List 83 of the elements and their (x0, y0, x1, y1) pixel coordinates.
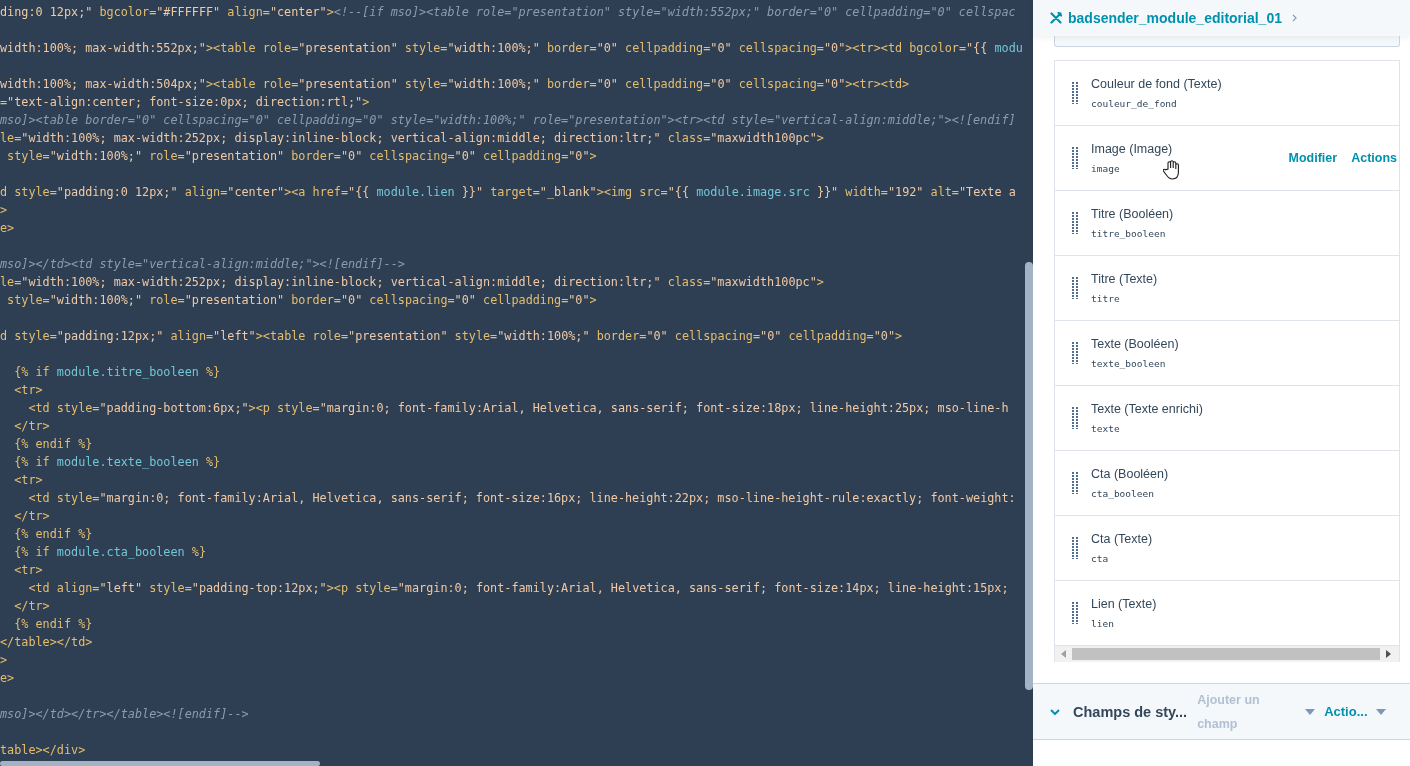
code-line: <td style="margin:0; font-family:Arial, Helvetica, sans-serif; font-size:16px; line-height:22px; mso-line-height-rule:exactly; font-weight: (27, 490, 1016, 507)
scrollbar-thumb[interactable] (1072, 648, 1380, 660)
code-editor[interactable] (0, 0, 1033, 766)
field-name: titre_booleen (1091, 226, 1166, 241)
field-label: Texte (Texte enrichi) (1091, 400, 1203, 417)
field-name: cta_booleen (1091, 486, 1154, 501)
field-name: image (1091, 161, 1120, 176)
field-label: Cta (Texte) (1091, 530, 1153, 547)
code-line: mso]><table border="0" cellspacing="0" cellpadding="0" style="width:100%;" role="presentation"><tr><td style="vertical-align:middle;"><![endif] (0, 112, 1016, 129)
code-line: le="width:100%; max-width:252px; display:inline-block; vertical-align:middle; direction:ltr;" class="maxwidth100pc"> (0, 130, 824, 147)
code-line: table></div> (0, 742, 86, 759)
code-line: le="width:100%; max-width:252px; display:inline-block; vertical-align:middle; direction:ltr;" class="maxwidth100pc"> (0, 274, 824, 291)
field-row[interactable]: Texte (Texte enrichi) texte (1055, 386, 1399, 451)
hand-cursor-icon (1163, 160, 1181, 180)
code-line: d style="padding:0 12px;" align="center"><a href="{{ module.lien }}" target="_blank"><img src="{{ module.image.src }}" width="192" alt="Texte a (0, 184, 1016, 201)
scroll-right-icon[interactable] (1386, 650, 1391, 658)
field-name: lien (1091, 616, 1114, 631)
field-row[interactable]: Titre (Booléen) titre_booleen (1055, 191, 1399, 256)
code-line: </tr> (13, 508, 50, 525)
drag-handle-icon[interactable] (1072, 602, 1078, 624)
code-line: {% if module.titre_booleen %} (13, 364, 221, 381)
code-line: </table></td> (0, 634, 93, 651)
drag-handle-icon[interactable] (1072, 342, 1078, 364)
code-line: {% endif %} (13, 616, 93, 633)
field-label: Image (Image) (1091, 140, 1173, 157)
scrollbar-thumb[interactable] (1025, 262, 1033, 690)
chevron-right-icon[interactable] (1291, 14, 1297, 22)
tools-icon (1050, 12, 1062, 24)
field-name: texte_booleen (1091, 356, 1166, 371)
field-row[interactable]: Titre (Texte) titre (1055, 256, 1399, 321)
field-label: Lien (Texte) (1091, 595, 1157, 612)
code-line: {% endif %} (13, 436, 93, 453)
code-line: width:100%; max-width:552px;"><table role="presentation" style="width:100%;" border="0" cellpadding="0" cellspacing="0"><tr><td bgcolor="{{ modu (0, 40, 1023, 57)
code-line: <tr> (13, 562, 43, 579)
drag-handle-icon[interactable] (1072, 147, 1078, 169)
code-line: e> (0, 670, 15, 687)
code-line: {% if module.cta_booleen %} (13, 544, 206, 561)
code-line: ding:0 12px;" bgcolor="#FFFFFF" align="center"><!--[if mso]><table role="presentation" style="width:552px;" border="0" cellpadding="0" cellspac (0, 4, 1016, 21)
code-line: <td align="left" style="padding-top:12px;"><p style="margin:0; font-family:Arial, Helvetica, sans-serif; font-size:14px; line-height:15px; (27, 580, 1009, 597)
drag-handle-icon[interactable] (1072, 82, 1078, 104)
code-line: {% if module.texte_booleen %} (13, 454, 221, 471)
code-line: <td style="padding-bottom:6px;"><p style="margin:0; font-family:Arial, Helvetica, sans-serif; font-size:18px; line-height:25px; mso-line-h (27, 400, 1009, 417)
drag-handle-icon[interactable] (1072, 472, 1078, 494)
code-line: </tr> (13, 598, 50, 615)
field-label: Titre (Booléen) (1091, 205, 1174, 222)
field-action-link[interactable]: Actions (1351, 151, 1397, 165)
field-label: Couleur de fond (Texte) (1091, 75, 1222, 92)
code-line: <tr> (13, 382, 43, 399)
code-line: ="text-align:center; font-size:0px; direction:rtl;"> (0, 94, 370, 111)
field-label: Texte (Booléen) (1091, 335, 1179, 352)
code-line: width:100%; max-width:504px;"><table role="presentation" style="width:100%;" border="0" cellpadding="0" cellspacing="0"><tr><td> (0, 76, 910, 93)
group-title: Champs de sty... (1073, 703, 1188, 720)
horizontal-scrollbar[interactable] (1055, 646, 1399, 662)
field-name: titre (1091, 291, 1120, 306)
code-line: style="width:100%;" role="presentation" border="0" cellspacing="0" cellpadding="0"> (6, 148, 597, 165)
chevron-down-icon[interactable] (1050, 708, 1060, 715)
drag-handle-icon[interactable] (1072, 212, 1078, 234)
code-line: mso]></td><td style="vertical-align:middle;"><![endif]--> (0, 256, 405, 273)
code-line: mso]></td></tr></table><![endif]--> (0, 706, 249, 723)
field-label: Titre (Texte) (1091, 270, 1158, 287)
search-field[interactable] (1054, 36, 1400, 47)
code-line: <tr> (13, 472, 43, 489)
code-line: e> (0, 220, 15, 237)
field-row[interactable]: Cta (Texte) cta (1055, 516, 1399, 581)
field-name: texte (1091, 421, 1120, 436)
field-name: couleur_de_fond (1091, 96, 1177, 111)
drag-handle-icon[interactable] (1072, 277, 1078, 299)
code-line: style="width:100%;" role="presentation" border="0" cellspacing="0" cellpadding="0"> (6, 292, 597, 309)
code-line: </tr> (13, 418, 50, 435)
field-row[interactable]: Texte (Booléen) texte_booleen (1055, 321, 1399, 386)
caret-icon[interactable] (1375, 708, 1386, 715)
field-row[interactable]: Cta (Booléen) cta_booleen (1055, 451, 1399, 516)
field-name: cta (1091, 551, 1109, 566)
code-line: d style="padding:12px;" align="left"><table role="presentation" style="width:100%;" border="0" cellspacing="0" cellpadding="0"> (0, 328, 903, 345)
scrollbar-thumb[interactable] (0, 761, 320, 766)
field-action-link[interactable]: Modifier (1288, 151, 1338, 165)
drag-handle-icon[interactable] (1072, 407, 1078, 429)
code-line: {% endif %} (13, 526, 93, 543)
code-line: > (0, 652, 8, 669)
field-label: Cta (Booléen) (1091, 465, 1169, 482)
caret-icon[interactable] (1305, 708, 1316, 715)
drag-handle-icon[interactable] (1072, 537, 1078, 559)
code-line: > (0, 202, 8, 219)
